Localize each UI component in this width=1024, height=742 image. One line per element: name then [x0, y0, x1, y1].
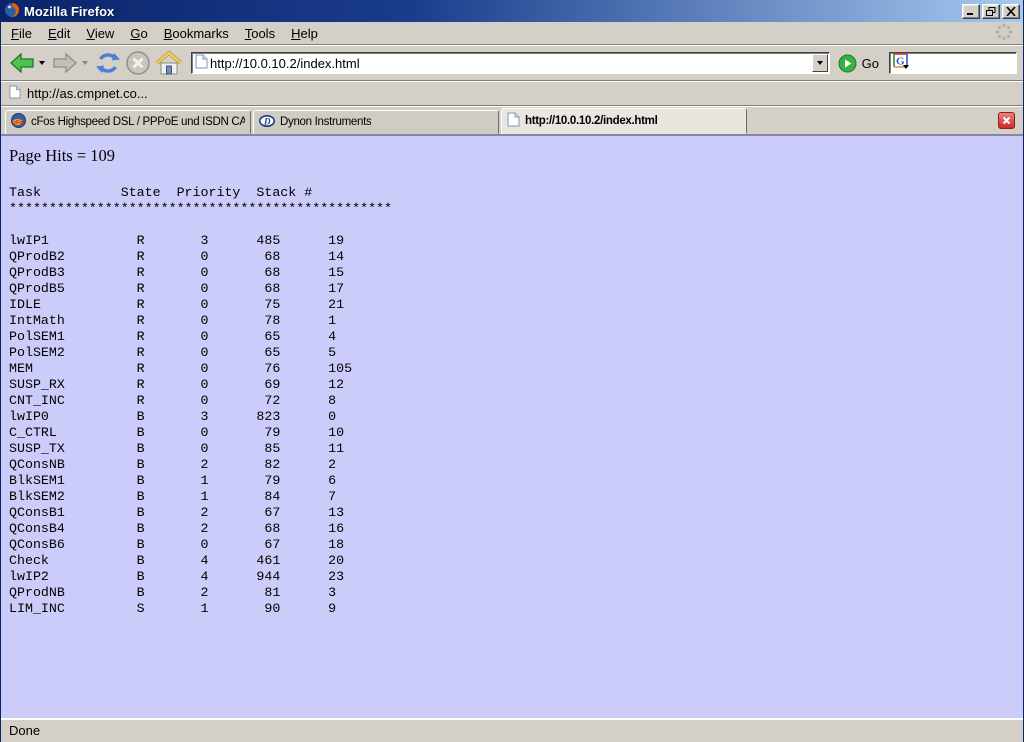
- search-box[interactable]: G: [889, 52, 1017, 74]
- dynon-favicon-icon: D: [259, 115, 275, 130]
- tab-label: cFos Highspeed DSL / PPPoE und ISDN CAP.…: [31, 116, 245, 128]
- menu-view[interactable]: View: [78, 23, 122, 44]
- address-bar[interactable]: [191, 52, 830, 74]
- minimize-button[interactable]: [962, 4, 980, 19]
- page-favicon-icon: [507, 112, 520, 130]
- tab-label: http://10.0.10.2/index.html: [525, 115, 658, 127]
- title-bar: Mozilla Firefox: [1, 0, 1023, 22]
- menu-bookmarks[interactable]: Bookmarks: [156, 23, 237, 44]
- svg-text:D: D: [263, 116, 271, 126]
- throbber-icon: [995, 23, 1013, 44]
- restore-icon: [986, 7, 996, 16]
- page-content: Page Hits = 109 Task State Priority Stac…: [1, 136, 1023, 718]
- google-search-engine-icon[interactable]: G: [893, 53, 910, 73]
- minimize-icon: [966, 7, 976, 16]
- bookmark-page-icon: [9, 85, 21, 102]
- bookmark-label: http://as.cmpnet.co...: [27, 86, 148, 101]
- tab-active-index-page[interactable]: http://10.0.10.2/index.html: [501, 108, 747, 134]
- back-icon: [9, 51, 35, 75]
- menu-go[interactable]: Go: [122, 23, 155, 44]
- tab-strip: cFos cFos Highspeed DSL / PPPoE und ISDN…: [1, 106, 1023, 136]
- url-input[interactable]: [208, 56, 812, 71]
- svg-text:cFos: cFos: [13, 120, 25, 126]
- menu-edit[interactable]: Edit: [40, 23, 78, 44]
- url-dropdown-button[interactable]: [812, 54, 828, 72]
- tab-label: Dynon Instruments: [280, 116, 371, 128]
- tab-dynon[interactable]: D Dynon Instruments: [253, 110, 499, 134]
- restore-button[interactable]: [982, 4, 1000, 19]
- home-button[interactable]: [153, 49, 185, 78]
- close-window-button[interactable]: [1002, 4, 1020, 19]
- close-icon: [1006, 7, 1016, 16]
- task-table: Task State Priority Stack # ************…: [9, 185, 1023, 617]
- close-tab-button[interactable]: [998, 112, 1015, 129]
- back-button[interactable]: [7, 49, 37, 77]
- menu-tools[interactable]: Tools: [237, 23, 283, 44]
- window-title: Mozilla Firefox: [24, 4, 960, 19]
- firefox-app-icon: [4, 2, 20, 21]
- bookmark-item[interactable]: http://as.cmpnet.co...: [9, 85, 148, 102]
- home-icon: [155, 51, 183, 76]
- go-icon: [838, 54, 857, 73]
- reload-button[interactable]: [93, 48, 123, 78]
- bookmarks-toolbar: http://as.cmpnet.co...: [1, 81, 1023, 106]
- go-button-label: Go: [862, 56, 879, 71]
- menu-help[interactable]: Help: [283, 23, 326, 44]
- stop-button[interactable]: [123, 48, 153, 78]
- forward-button[interactable]: [50, 49, 80, 77]
- page-hits-text: Page Hits = 109: [9, 146, 1023, 166]
- forward-dropdown-arrow[interactable]: [82, 61, 88, 65]
- menu-file[interactable]: File: [3, 23, 40, 44]
- reload-icon: [95, 50, 121, 76]
- stop-icon: [125, 50, 151, 76]
- status-text: Done: [9, 723, 40, 738]
- status-bar: Done: [1, 718, 1023, 742]
- cfos-favicon-icon: cFos: [11, 113, 26, 131]
- close-tab-icon: [1002, 116, 1011, 125]
- navigation-toolbar: Go G: [1, 45, 1023, 81]
- menu-bar: File Edit View Go Bookmarks Tools Help: [1, 22, 1023, 45]
- tab-cfos[interactable]: cFos cFos Highspeed DSL / PPPoE und ISDN…: [5, 110, 251, 134]
- back-dropdown-arrow[interactable]: [39, 61, 45, 65]
- forward-icon: [52, 51, 78, 75]
- page-favicon-icon: [195, 54, 208, 72]
- go-button[interactable]: Go: [838, 54, 879, 73]
- search-input[interactable]: [910, 56, 1016, 71]
